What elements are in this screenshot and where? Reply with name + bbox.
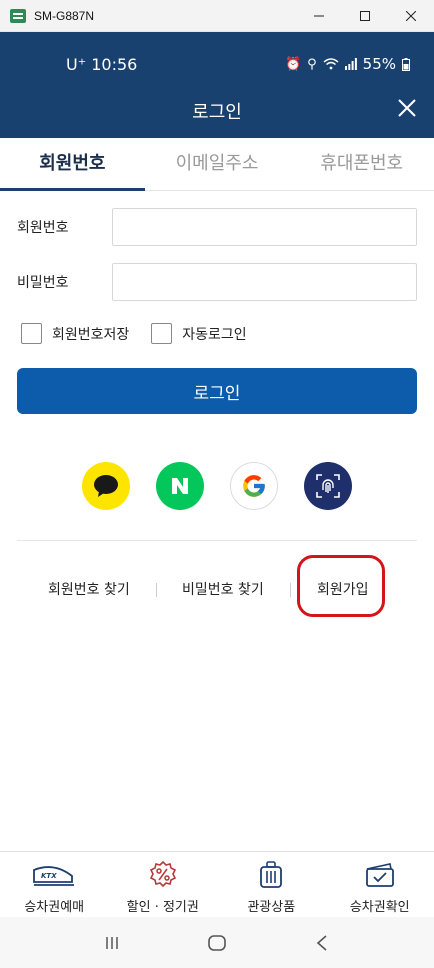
app-header: U⁺ 10:56 ⏰ ⚲ 55% 로그인: [0, 32, 434, 138]
google-icon: [243, 475, 265, 497]
discount-icon: [149, 860, 176, 888]
app-frame: SM-G887N U⁺ 10:56 ⏰ ⚲ 55% 로그인 회원번호 이메일주소…: [0, 0, 434, 968]
wifi-icon: [323, 58, 339, 70]
fingerprint-icon: [316, 474, 340, 498]
ktx-train-icon: KTX: [33, 866, 75, 886]
naver-login-button[interactable]: [156, 462, 204, 510]
link-separator: [290, 583, 291, 597]
window-title: SM-G887N: [34, 8, 95, 23]
luggage-icon: [260, 861, 283, 888]
maximize-icon: [360, 11, 370, 21]
login-method-tabs: 회원번호 이메일주소 휴대폰번호: [0, 138, 434, 191]
password-label: 비밀번호: [17, 275, 69, 291]
clock: 10:56: [91, 55, 138, 74]
maximize-button[interactable]: [342, 0, 388, 32]
home-button[interactable]: [197, 928, 237, 958]
app-icon: [10, 8, 26, 23]
home-icon: [208, 934, 226, 951]
nav-tour-products[interactable]: 관광상품: [217, 852, 326, 917]
auto-login-label: 자동로그인: [182, 326, 247, 343]
carrier-label: U⁺: [66, 55, 87, 74]
save-member-label: 회원번호저장: [52, 326, 130, 343]
system-navigation-bar: [0, 917, 434, 968]
find-member-number-link[interactable]: 회원번호 찾기: [48, 579, 130, 599]
close-icon: [406, 11, 416, 21]
tab-email[interactable]: 이메일주소: [145, 138, 290, 190]
login-button[interactable]: 로그인: [17, 368, 417, 414]
status-icons: ⏰ ⚲ 55%: [285, 55, 410, 73]
window-titlebar: SM-G887N: [0, 0, 434, 32]
member-number-row: 회원번호: [17, 208, 417, 246]
password-input[interactable]: [112, 263, 417, 301]
status-bar: U⁺ 10:56 ⏰ ⚲ 55%: [0, 32, 434, 86]
divider: [17, 540, 417, 541]
naver-icon: [172, 478, 188, 494]
minimize-button[interactable]: [296, 0, 342, 32]
ticket-check-icon: [365, 863, 394, 887]
nav-ticket-check[interactable]: 승차권확인: [326, 852, 434, 917]
save-member-checkbox[interactable]: 회원번호저장: [21, 323, 129, 344]
member-number-input[interactable]: [112, 208, 417, 246]
kakao-icon: [94, 475, 118, 497]
back-button[interactable]: [302, 928, 342, 958]
find-password-link[interactable]: 비밀번호 찾기: [182, 579, 264, 599]
link-separator: [156, 583, 157, 597]
close-icon: [398, 99, 416, 117]
signup-highlight-annotation: [297, 555, 385, 617]
page-title: 로그인: [192, 102, 242, 123]
nav-label: 관광상품: [247, 900, 296, 915]
password-row: 비밀번호: [17, 263, 417, 301]
nav-label: 승차권확인: [349, 900, 410, 915]
tab-member-number[interactable]: 회원번호: [0, 138, 145, 191]
recent-apps-button[interactable]: [92, 928, 132, 958]
bottom-navigation: KTX 승차권예매 할인 · 정기권 관광상품 승차권확인: [0, 851, 434, 917]
back-icon: [316, 934, 327, 951]
battery-level: 55%: [362, 55, 396, 73]
alarm-icon: ⏰: [284, 56, 302, 72]
signal-icon: [344, 58, 357, 70]
checkbox-box[interactable]: [151, 323, 173, 344]
google-login-button[interactable]: [230, 462, 278, 510]
member-number-label: 회원번호: [17, 220, 69, 236]
nav-label: 할인 · 정기권: [126, 900, 199, 915]
biometric-login-button[interactable]: [304, 462, 352, 510]
kakao-login-button[interactable]: [82, 462, 130, 510]
window-close-button[interactable]: [388, 0, 434, 32]
battery-icon: [402, 57, 410, 71]
checkbox-box[interactable]: [21, 323, 42, 344]
auto-login-checkbox[interactable]: 자동로그인: [151, 323, 247, 344]
nav-label: 승차권예매: [24, 900, 85, 915]
nav-discount-pass[interactable]: 할인 · 정기권: [109, 852, 218, 917]
minimize-icon: [314, 15, 324, 17]
status-time: U⁺ 10:56: [66, 55, 137, 74]
social-login: [0, 462, 434, 510]
location-icon: ⚲: [307, 56, 317, 72]
tab-phone[interactable]: 휴대폰번호: [289, 138, 434, 190]
nav-ticket-booking[interactable]: KTX 승차권예매: [0, 852, 109, 917]
close-button[interactable]: [394, 95, 420, 121]
login-options: 회원번호저장 자동로그인: [21, 323, 269, 344]
svg-text:KTX: KTX: [41, 872, 57, 880]
recents-icon: [106, 936, 119, 949]
